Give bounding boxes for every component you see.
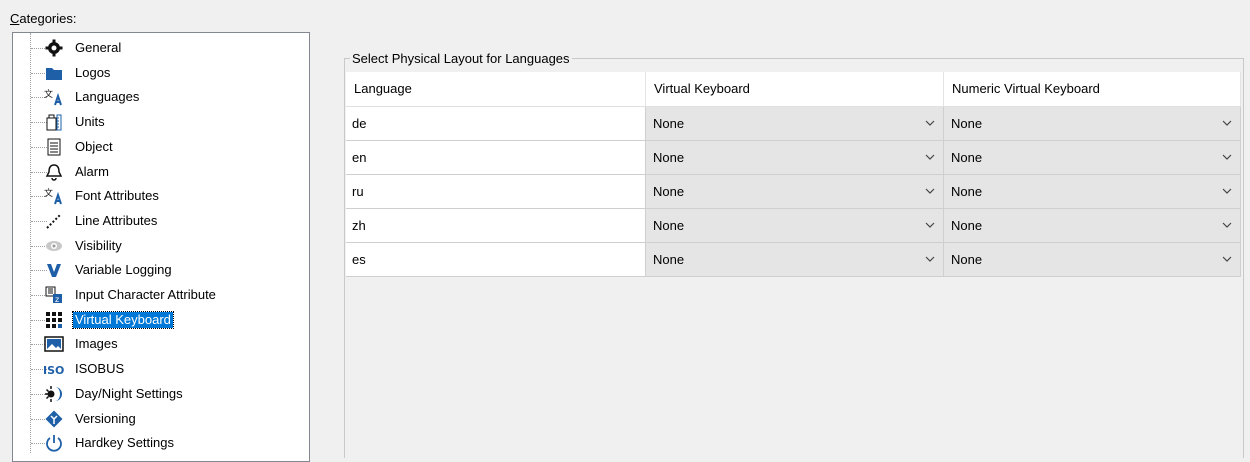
tree-item-label: Input Character Attribute xyxy=(75,287,216,302)
day-night-icon xyxy=(43,385,65,403)
keyboard-icon xyxy=(43,311,65,329)
layout-grid: Language Virtual Keyboard Numeric Virtua… xyxy=(346,72,1241,277)
column-header-numeric-virtual-keyboard[interactable]: Numeric Virtual Keyboard xyxy=(944,72,1241,106)
tree-item-font-attributes[interactable]: 文 Font Attributes xyxy=(13,184,309,208)
tree-item-line-attributes[interactable]: Line Attributes xyxy=(13,209,309,233)
units-icon xyxy=(43,113,65,131)
select-value: None xyxy=(951,184,983,199)
language-cell[interactable]: es xyxy=(346,243,646,276)
select-value: None xyxy=(653,150,685,165)
column-header-language[interactable]: Language xyxy=(346,72,646,106)
tree-item-object[interactable]: Object xyxy=(13,135,309,159)
tree-item-label: Hardkey Settings xyxy=(75,435,174,451)
virtual-keyboard-select[interactable]: None xyxy=(646,107,944,140)
tree-item-general[interactable]: General xyxy=(13,36,309,60)
table-row: zh None None xyxy=(346,209,1241,243)
svg-text:文: 文 xyxy=(44,88,53,100)
grid-header: Language Virtual Keyboard Numeric Virtua… xyxy=(346,72,1241,107)
categories-label: Categories: xyxy=(10,11,77,26)
eye-icon xyxy=(43,237,65,255)
select-value: None xyxy=(951,150,983,165)
group-title: Select Physical Layout for Languages xyxy=(350,51,572,66)
numeric-virtual-keyboard-select[interactable]: None xyxy=(944,107,1241,140)
select-value: None xyxy=(951,116,983,131)
tree-item-input-character-attribute[interactable]: z Input Character Attribute xyxy=(13,283,309,307)
tree-item-day-night-settings[interactable]: Day/Night Settings xyxy=(13,382,309,406)
categories-tree[interactable]: General Logos 文 Languages Units Object Alarm 文 F… xyxy=(12,32,310,462)
tree-item-label: Line Attributes xyxy=(75,212,158,228)
logo-icon xyxy=(43,64,65,82)
tree-item-label: Units xyxy=(75,114,105,130)
select-value: None xyxy=(951,252,983,267)
language-cell[interactable]: ru xyxy=(346,175,646,208)
table-row: ru None None xyxy=(346,175,1241,209)
virtual-keyboard-select[interactable]: None xyxy=(646,209,944,242)
tree-item-label: Versioning xyxy=(75,410,136,426)
versioning-icon xyxy=(43,410,65,428)
tree-item-visibility[interactable]: Visibility xyxy=(13,234,309,258)
grid-body: de None None en None None ru None None zh None None… xyxy=(346,107,1241,277)
tree-item-logos[interactable]: Logos xyxy=(13,61,309,85)
select-value: None xyxy=(951,218,983,233)
svg-text:ISO: ISO xyxy=(43,364,64,376)
tree-item-languages[interactable]: 文 Languages xyxy=(13,85,309,109)
numeric-virtual-keyboard-select[interactable]: None xyxy=(944,141,1241,174)
table-row: en None None xyxy=(346,141,1241,175)
table-row: de None None xyxy=(346,107,1241,141)
input-char-icon: z xyxy=(43,286,65,304)
virtual-keyboard-select[interactable]: None xyxy=(646,141,944,174)
bell-icon xyxy=(43,163,65,181)
tree-item-hardkey-settings[interactable]: Hardkey Settings xyxy=(13,431,309,455)
tree-item-label: Images xyxy=(75,336,118,352)
tree-item-label: ISOBUS xyxy=(75,361,125,377)
select-value: None xyxy=(653,184,685,199)
power-icon xyxy=(43,434,65,452)
select-value: None xyxy=(653,218,685,233)
iso-icon: ISO xyxy=(43,360,65,378)
tree-item-virtual-keyboard[interactable]: Virtual Keyboard xyxy=(13,308,309,332)
table-row: es None None xyxy=(346,243,1241,277)
tree-item-label: Day/Night Settings xyxy=(75,385,183,401)
numeric-virtual-keyboard-select[interactable]: None xyxy=(944,209,1241,242)
virtual-keyboard-select[interactable]: None xyxy=(646,243,944,276)
image-icon xyxy=(43,335,65,353)
tree-item-versioning[interactable]: Versioning xyxy=(13,407,309,431)
language-cell[interactable]: en xyxy=(346,141,646,174)
numeric-virtual-keyboard-select[interactable]: None xyxy=(944,243,1241,276)
v-icon xyxy=(43,261,65,279)
numeric-virtual-keyboard-select[interactable]: None xyxy=(944,175,1241,208)
font-icon: 文 xyxy=(43,187,65,205)
tree-item-variable-logging[interactable]: Variable Logging xyxy=(13,258,309,282)
languages-icon: 文 xyxy=(43,88,65,106)
tree-item-label: Visibility xyxy=(75,237,122,253)
object-icon xyxy=(43,138,65,156)
svg-text:文: 文 xyxy=(44,187,53,199)
svg-text:z: z xyxy=(55,295,59,304)
select-value: None xyxy=(653,252,685,267)
tree-item-label: Alarm xyxy=(75,163,109,179)
line-icon xyxy=(43,212,65,230)
tree-item-label: General xyxy=(75,40,122,55)
tree-item-label: Font Attributes xyxy=(75,188,159,204)
tree-item-label: Object xyxy=(75,138,113,154)
tree-item-images[interactable]: Images xyxy=(13,332,309,356)
tree-item-alarm[interactable]: Alarm xyxy=(13,160,309,184)
tree-item-label: Languages xyxy=(75,89,140,105)
language-cell[interactable]: de xyxy=(346,107,646,140)
tree-item-label: Logos xyxy=(75,64,111,80)
tree-item-label: Virtual Keyboard xyxy=(72,310,174,329)
virtual-keyboard-select[interactable]: None xyxy=(646,175,944,208)
gear-icon xyxy=(43,39,65,57)
language-cell[interactable]: zh xyxy=(346,209,646,242)
tree-item-units[interactable]: Units xyxy=(13,110,309,134)
select-value: None xyxy=(653,116,685,131)
tree-item-label: Variable Logging xyxy=(75,262,172,278)
column-header-virtual-keyboard[interactable]: Virtual Keyboard xyxy=(646,72,944,106)
tree-item-isobus[interactable]: ISO ISOBUS xyxy=(13,357,309,381)
